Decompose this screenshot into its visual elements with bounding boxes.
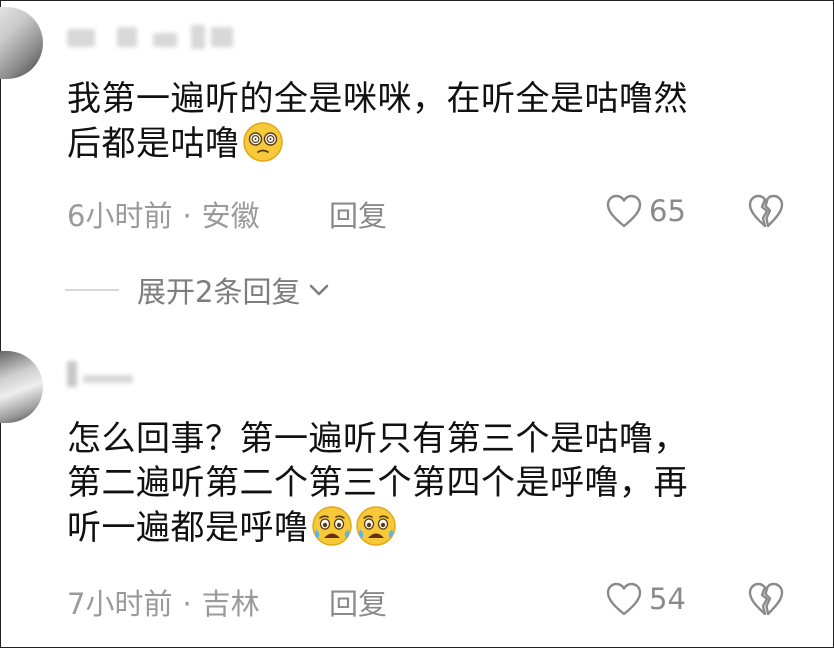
- comment-meta: 7小时前 · 吉林: [67, 581, 260, 623]
- timestamp: 6小时前: [67, 199, 173, 233]
- like-button[interactable]: 54: [605, 581, 686, 617]
- broken-heart-icon: [748, 194, 784, 228]
- location: 安徽: [201, 199, 260, 233]
- comment-text-line: 听一遍都是呼噜: [67, 505, 775, 550]
- separator-dot: ·: [182, 587, 192, 621]
- comment-meta: 6小时前 · 安徽: [67, 193, 260, 235]
- dizzy-face-emoji: [242, 122, 283, 162]
- comment-text-line: 后都是咕噜: [67, 121, 775, 166]
- comment-text-line: 怎么回事？第一遍听只有第三个是咕噜，: [67, 419, 688, 459]
- separator-dot: ·: [182, 199, 192, 233]
- comment-text: 我第一遍听的全是咪咪，在听全是咕噜然 后都是咕噜: [67, 77, 775, 166]
- comment-text-line: 我第一遍听的全是咪咪，在听全是咕噜然: [67, 79, 688, 119]
- timestamp: 7小时前: [67, 587, 173, 621]
- like-count: 54: [649, 582, 686, 616]
- crying-face-emoji: [355, 506, 396, 546]
- username-blurred[interactable]: [67, 23, 237, 49]
- dislike-button[interactable]: [747, 581, 785, 621]
- expand-replies-button[interactable]: 展开2条回复: [65, 269, 332, 311]
- heart-icon: [606, 194, 642, 228]
- avatar[interactable]: [0, 7, 43, 79]
- avatar[interactable]: [0, 351, 43, 423]
- crying-face-emoji: [311, 506, 352, 546]
- username-blurred[interactable]: [67, 359, 147, 387]
- location: 吉林: [201, 587, 260, 621]
- comment-text: 怎么回事？第一遍听只有第三个是咕噜， 第二遍听第二个第三个第四个是呼噜，再 听一…: [67, 417, 775, 550]
- like-button[interactable]: 65: [605, 193, 686, 229]
- divider-line: [65, 289, 119, 291]
- like-count: 65: [649, 194, 686, 228]
- reply-button[interactable]: 回复: [329, 193, 387, 235]
- heart-icon: [606, 582, 642, 616]
- expand-replies-label: 展开2条回复: [137, 275, 301, 309]
- comment-text-line: 第二遍听第二个第三个第四个是呼噜，再: [67, 463, 688, 503]
- dislike-button[interactable]: [747, 193, 785, 233]
- broken-heart-icon: [748, 582, 784, 616]
- reply-button[interactable]: 回复: [329, 581, 387, 623]
- chevron-down-icon: [310, 284, 329, 296]
